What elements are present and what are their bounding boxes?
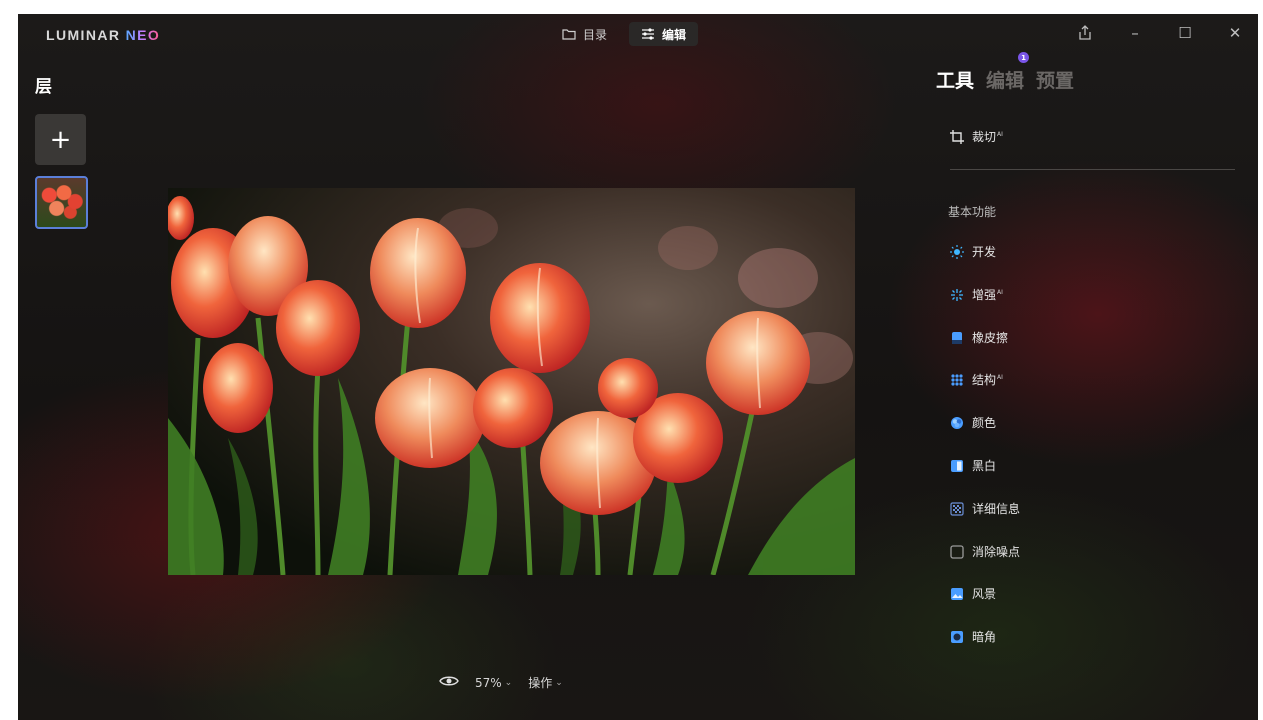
tool-vignette-label: 暗角 (972, 630, 997, 644)
minimize-button[interactable]: – (1126, 24, 1144, 42)
tab-edit-label: 编辑 (662, 27, 687, 42)
window-controls: – ☐ ✕ (1076, 24, 1244, 42)
bw-icon (950, 459, 964, 473)
panel-divider (950, 169, 1235, 170)
tool-color-label: 颜色 (972, 416, 997, 430)
tab-edits[interactable]: 编辑 1 (986, 52, 1030, 93)
tool-structure[interactable]: 结构AI (950, 371, 1003, 388)
section-essentials: 基本功能 (948, 205, 997, 219)
tool-develop[interactable]: 开发 (950, 243, 997, 260)
tool-structure-label: 结构AI (972, 373, 1003, 387)
tool-black-white[interactable]: 黑白 (950, 457, 997, 474)
zoom-dropdown[interactable]: 57% ⌄ (475, 676, 512, 690)
layers-title: 层 (35, 77, 52, 97)
structure-icon (950, 373, 964, 387)
chevron-down-icon: ⌄ (504, 677, 513, 688)
tool-erase[interactable]: 橡皮擦 (950, 329, 1009, 346)
actions-label: 操作 (528, 676, 553, 690)
layer-thumbnail[interactable] (35, 176, 88, 229)
tool-color[interactable]: 颜色 (950, 414, 997, 431)
tool-vignette[interactable]: 暗角 (950, 628, 997, 645)
app-logo: LUMINAR NEO (46, 27, 161, 43)
zoom-value: 57% (475, 675, 502, 690)
crop-icon (950, 129, 964, 144)
details-icon (950, 501, 964, 516)
canvas-bottom-bar: 57% ⌄ 操作 ⌄ (439, 674, 563, 691)
tab-catalog-label: 目录 (583, 27, 608, 42)
tool-erase-label: 橡皮擦 (972, 331, 1009, 345)
folder-icon (562, 28, 576, 40)
landscape-icon (950, 587, 964, 601)
eraser-icon (950, 331, 964, 345)
tab-edits-label: 编辑 (986, 70, 1025, 92)
tool-denoise-label: 消除噪点 (972, 545, 1021, 559)
tab-catalog[interactable]: 目录 (550, 22, 619, 46)
add-layer-button[interactable]: + (35, 114, 86, 165)
photo-canvas[interactable] (168, 188, 855, 575)
color-icon (950, 416, 964, 430)
tool-enhance-label: 增强AI (972, 288, 1003, 302)
actions-dropdown[interactable]: 操作 ⌄ (528, 674, 563, 691)
denoise-icon (950, 544, 964, 559)
share-icon[interactable] (1076, 24, 1094, 42)
tab-presets[interactable]: 预置 (1036, 66, 1074, 93)
tool-black-white-label: 黑白 (972, 459, 997, 473)
tool-landscape[interactable]: 风景 (950, 585, 997, 602)
title-bar: LUMINAR NEO 目录 编辑 – ☐ ✕ (18, 14, 1258, 56)
tab-edit[interactable]: 编辑 (629, 22, 699, 46)
close-button[interactable]: ✕ (1226, 24, 1244, 42)
chevron-down-icon: ⌄ (555, 677, 563, 688)
panel-tabs: 工具 编辑 1 预置 (936, 52, 1074, 93)
tool-enhance[interactable]: 增强AI (950, 286, 1003, 303)
edits-count-badge: 1 (1018, 52, 1030, 63)
tool-crop-label: 裁切AI (972, 130, 1003, 144)
tool-denoise[interactable]: 消除噪点 (950, 543, 1021, 560)
tool-crop[interactable]: 裁切AI (950, 128, 1003, 145)
tool-landscape-label: 风景 (972, 587, 997, 601)
sliders-icon (641, 28, 655, 40)
tulips-photo (168, 188, 855, 575)
vignette-icon (950, 630, 964, 644)
app-window: LUMINAR NEO 目录 编辑 – ☐ ✕ 层 + 57% ⌄ 操作 ⌄ 工… (18, 14, 1258, 720)
tool-develop-label: 开发 (972, 245, 997, 259)
tool-details-label: 详细信息 (972, 502, 1021, 516)
tool-details[interactable]: 详细信息 (950, 500, 1021, 517)
tab-tools[interactable]: 工具 (936, 66, 974, 93)
mode-tabs: 目录 编辑 (550, 22, 699, 46)
eye-icon[interactable] (439, 674, 459, 691)
sun-icon (950, 244, 964, 259)
maximize-button[interactable]: ☐ (1176, 24, 1194, 42)
sparkle-icon (950, 288, 964, 302)
